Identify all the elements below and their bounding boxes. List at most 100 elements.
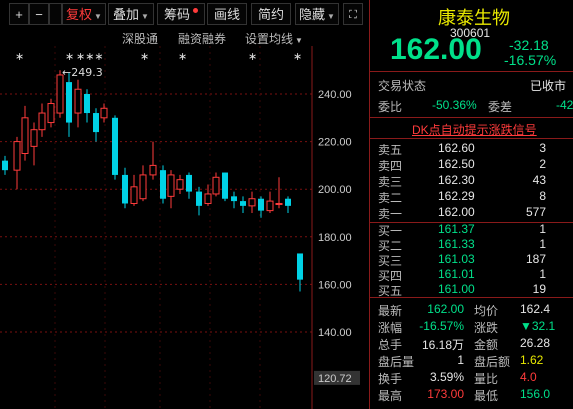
fuquan-label: 复权 — [66, 7, 93, 22]
sgt-link[interactable]: 深股通 — [122, 30, 158, 47]
stat-label: 均价 — [474, 304, 499, 318]
chip-button[interactable]: 筹码 — [157, 3, 205, 25]
divider — [370, 71, 573, 72]
overlay-label: 叠加 — [113, 7, 140, 22]
sell-level-label: 卖五 — [378, 143, 403, 157]
candle-body — [38, 112, 46, 131]
peak-price-label: ←249.3 — [62, 66, 103, 79]
stat-label: 涨幅 — [378, 321, 403, 335]
stat-label: 盘后额 — [474, 355, 511, 369]
candle-body — [231, 196, 237, 202]
candle-body — [100, 107, 108, 119]
stat-value: 4.0 — [520, 370, 537, 384]
sell-price: 162.00 — [438, 205, 475, 219]
stat-label: 换手 — [378, 372, 403, 386]
kline-chart[interactable]: 240.00 220.00 200.00 180.00 160.00 140.00 120.… — [0, 46, 368, 409]
sell-price: 162.30 — [438, 173, 475, 187]
candle-body — [248, 198, 256, 207]
divider — [370, 138, 573, 139]
stat-label: 最高 — [378, 389, 403, 403]
price-change-pct: -16.57% — [504, 52, 557, 68]
sell-level-label: 卖四 — [378, 159, 403, 173]
chevron-down-icon: ▼ — [295, 36, 303, 45]
stat-label: 总手 — [378, 338, 403, 352]
candle-body — [21, 117, 29, 155]
buy-price: 161.37 — [438, 222, 475, 236]
weibi-value: -50.36% — [432, 98, 477, 112]
candle-body — [74, 88, 82, 114]
stat-label: 量比 — [474, 372, 499, 386]
hide-label: 隐藏 — [299, 7, 326, 22]
event-marker: ∗ — [140, 50, 149, 63]
last-price: 162.00 — [390, 33, 482, 66]
fuquan-dropdown[interactable]: 复权 ▼ — [62, 3, 106, 25]
simple-mode-button[interactable]: 简约 — [251, 3, 291, 25]
trade-status-value: 已收市 — [530, 79, 567, 93]
buy-price: 161.33 — [438, 237, 475, 251]
stat-value: 162.4 — [520, 302, 551, 316]
candle-body — [112, 117, 118, 175]
sell-level-label: 卖三 — [378, 175, 403, 189]
draw-line-button[interactable]: 画线 — [207, 3, 247, 25]
stat-label: 盘后量 — [378, 355, 415, 369]
candle-body — [297, 253, 303, 280]
stat-value: 26.28 — [520, 336, 551, 350]
candle-body — [204, 193, 212, 204]
candle-body — [56, 74, 64, 114]
candle-body — [149, 164, 157, 176]
candle-body — [285, 198, 291, 206]
divider — [370, 117, 573, 118]
ma-settings-dropdown[interactable]: 设置均线 ▼ — [245, 30, 303, 47]
margin-trading-link[interactable]: 融资融券 — [178, 30, 226, 47]
event-marker: ∗ — [15, 50, 24, 63]
overlay-dropdown[interactable]: 叠加 ▼ — [108, 3, 154, 25]
zoom-in-button[interactable]: + — [9, 3, 29, 25]
candle-body — [139, 174, 147, 200]
y-tick-label: 200.00 — [318, 184, 352, 196]
candle-body — [275, 202, 283, 205]
candle-body — [212, 176, 220, 195]
ma-settings-label: 设置均线 — [245, 32, 294, 46]
candle-body — [176, 179, 184, 190]
candle-body — [160, 170, 166, 199]
candle-body — [84, 94, 90, 114]
stat-label: 最低 — [474, 389, 499, 403]
sell-price: 162.29 — [438, 189, 475, 203]
sell-volume: 2 — [539, 157, 546, 171]
stat-value: 173.00 — [427, 387, 464, 401]
buy-price: 161.01 — [438, 267, 475, 281]
sell-level-label: 卖一 — [378, 207, 403, 221]
trade-status-label: 交易状态 — [378, 79, 427, 93]
dk-signal-link[interactable]: DK点自动提示涨跌信号 — [412, 121, 537, 138]
reset-button[interactable] — [49, 3, 62, 25]
fullscreen-icon[interactable]: ⛶ — [343, 3, 363, 25]
event-marker: ∗ — [178, 50, 187, 63]
y-tick-label: 220.00 — [318, 137, 352, 149]
stat-value: 1.62 — [520, 353, 544, 367]
weicha-value: -42 — [556, 98, 573, 112]
chart-toolbar: + − 复权 ▼ 叠加 ▼ 筹码 画线 简约 隐藏 ▼ ⛶ — [0, 0, 368, 28]
candle-body — [167, 174, 175, 197]
divider — [370, 297, 573, 298]
event-marker: ∗ — [293, 50, 302, 63]
quote-panel: 康泰生物 300601 162.00 -32.18 -16.57% 交易状态 已… — [369, 0, 573, 409]
buy-volume: 1 — [539, 222, 546, 236]
buy-volume: 1 — [539, 267, 546, 281]
candle-body — [93, 113, 99, 133]
chevron-down-icon: ▼ — [141, 12, 149, 21]
stat-value: 16.18万 — [421, 338, 464, 352]
buy-price: 161.00 — [438, 282, 475, 296]
chevron-down-icon: ▼ — [327, 12, 335, 21]
candle-body — [13, 141, 21, 171]
y-tick-label: 120.72 — [318, 373, 352, 385]
event-marker: ∗ — [248, 50, 257, 63]
candle-body — [258, 198, 264, 211]
stat-value: 156.0 — [520, 387, 551, 401]
stat-value: 1 — [457, 353, 464, 367]
zoom-out-button[interactable]: − — [29, 3, 49, 25]
buy-volume: 187 — [525, 252, 546, 266]
sell-volume: 3 — [539, 141, 546, 155]
hide-dropdown[interactable]: 隐藏 ▼ — [295, 3, 339, 25]
buy-price: 161.03 — [438, 252, 475, 266]
candle-body — [66, 82, 72, 123]
